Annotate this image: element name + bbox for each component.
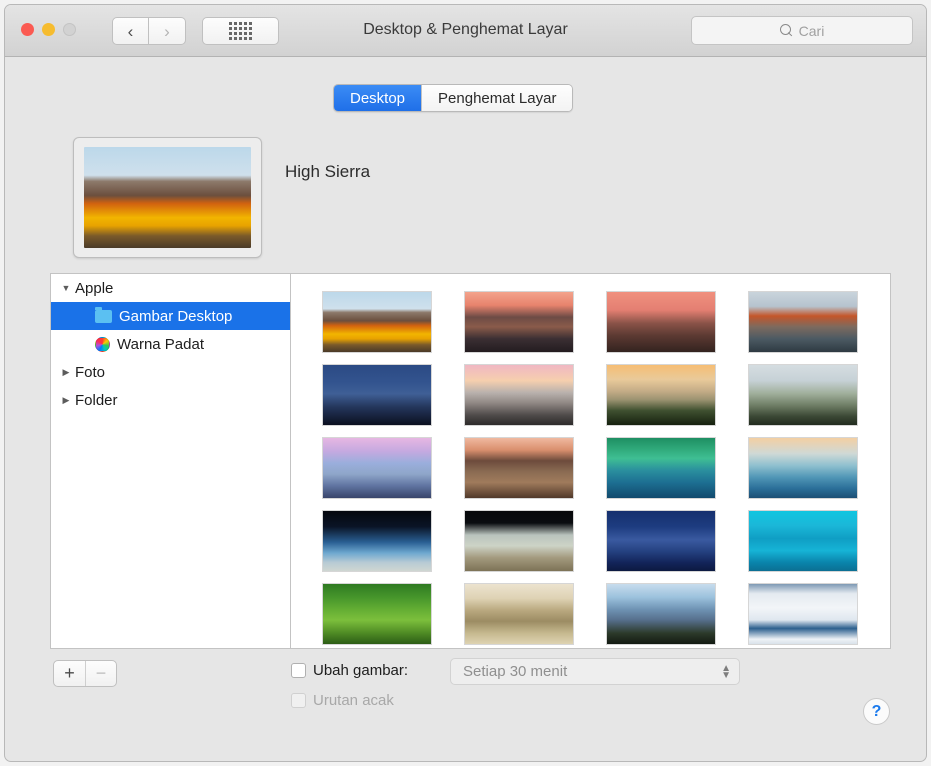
sidebar-item-label: Gambar Desktop [119, 308, 232, 325]
sidebar-item-label: Folder [75, 392, 118, 409]
disclosure-open-icon[interactable]: ▼ [57, 283, 75, 293]
disclosure-closed-icon[interactable]: ▶ [57, 367, 75, 378]
disclosure-closed-icon[interactable]: ▶ [57, 395, 75, 406]
random-order-label: Urutan acak [313, 692, 394, 709]
wallpaper-thumbnail-8[interactable] [322, 437, 432, 499]
wallpaper-thumbnail-7[interactable] [748, 364, 858, 426]
search-placeholder: Cari [799, 23, 825, 39]
color-wheel-icon [95, 337, 110, 352]
search-field[interactable]: Cari [691, 16, 913, 45]
wallpaper-thumbnail-10[interactable] [606, 437, 716, 499]
wallpaper-thumbnail-11[interactable] [748, 437, 858, 499]
help-button[interactable]: ? [863, 698, 890, 725]
sidebar-item-label: Foto [75, 364, 105, 381]
change-picture-row: Ubah gambar: [291, 662, 408, 679]
wallpaper-thumbnail-9[interactable] [464, 437, 574, 499]
wallpaper-thumbnail-13[interactable] [464, 510, 574, 572]
current-wallpaper-preview[interactable] [73, 137, 262, 258]
wallpaper-thumbnail-6[interactable] [606, 364, 716, 426]
change-picture-label: Ubah gambar: [313, 662, 408, 679]
sidebar-item-3[interactable]: ▶Foto [51, 358, 290, 386]
wallpaper-thumbnail-15[interactable] [748, 510, 858, 572]
chevron-updown-icon: ▲▼ [721, 665, 731, 679]
window-titlebar: ‹ › Desktop & Penghemat Layar Cari [5, 5, 926, 57]
wallpaper-thumbnail-14[interactable] [606, 510, 716, 572]
sidebar-item-4[interactable]: ▶Folder [51, 386, 290, 414]
tab-desktop[interactable]: Desktop [334, 85, 421, 111]
wallpaper-thumbnail-grid [322, 291, 858, 645]
sidebar-item-label: Apple [75, 280, 113, 297]
wallpaper-thumbnail-2[interactable] [606, 291, 716, 353]
add-folder-button[interactable]: + [54, 661, 85, 686]
random-order-checkbox[interactable] [291, 693, 306, 708]
sidebar-item-0[interactable]: ▼Apple [51, 274, 290, 302]
wallpaper-grid-panel[interactable] [290, 273, 891, 649]
wallpaper-thumbnail-5[interactable] [464, 364, 574, 426]
random-order-row: Urutan acak [291, 692, 394, 709]
wallpaper-thumbnail-3[interactable] [748, 291, 858, 353]
wallpaper-thumbnail-17[interactable] [464, 583, 574, 645]
preview-image [84, 147, 251, 248]
preferences-window: ‹ › Desktop & Penghemat Layar Cari Deskt… [4, 4, 927, 762]
tab-screen-saver[interactable]: Penghemat Layar [421, 85, 572, 111]
change-interval-value: Setiap 30 menit [463, 663, 721, 680]
change-interval-popup[interactable]: Setiap 30 menit ▲▼ [450, 658, 740, 685]
add-remove-folder-buttons: + − [53, 660, 117, 687]
wallpaper-thumbnail-12[interactable] [322, 510, 432, 572]
source-list[interactable]: ▼AppleGambar DesktopWarna Padat▶Foto▶Fol… [50, 273, 290, 649]
wallpaper-thumbnail-18[interactable] [606, 583, 716, 645]
search-icon [780, 24, 793, 37]
sidebar-item-label: Warna Padat [117, 336, 204, 353]
preview-frame [73, 137, 262, 258]
wallpaper-thumbnail-4[interactable] [322, 364, 432, 426]
remove-folder-button[interactable]: − [85, 661, 116, 686]
sidebar-item-1[interactable]: Gambar Desktop [51, 302, 290, 330]
wallpaper-thumbnail-19[interactable] [748, 583, 858, 645]
change-picture-checkbox[interactable] [291, 663, 306, 678]
sidebar-item-2[interactable]: Warna Padat [51, 330, 290, 358]
folder-icon [95, 310, 112, 323]
wallpaper-thumbnail-0[interactable] [322, 291, 432, 353]
current-wallpaper-name: High Sierra [285, 162, 370, 182]
tab-bar: Desktop Penghemat Layar [333, 84, 573, 112]
wallpaper-thumbnail-16[interactable] [322, 583, 432, 645]
wallpaper-thumbnail-1[interactable] [464, 291, 574, 353]
